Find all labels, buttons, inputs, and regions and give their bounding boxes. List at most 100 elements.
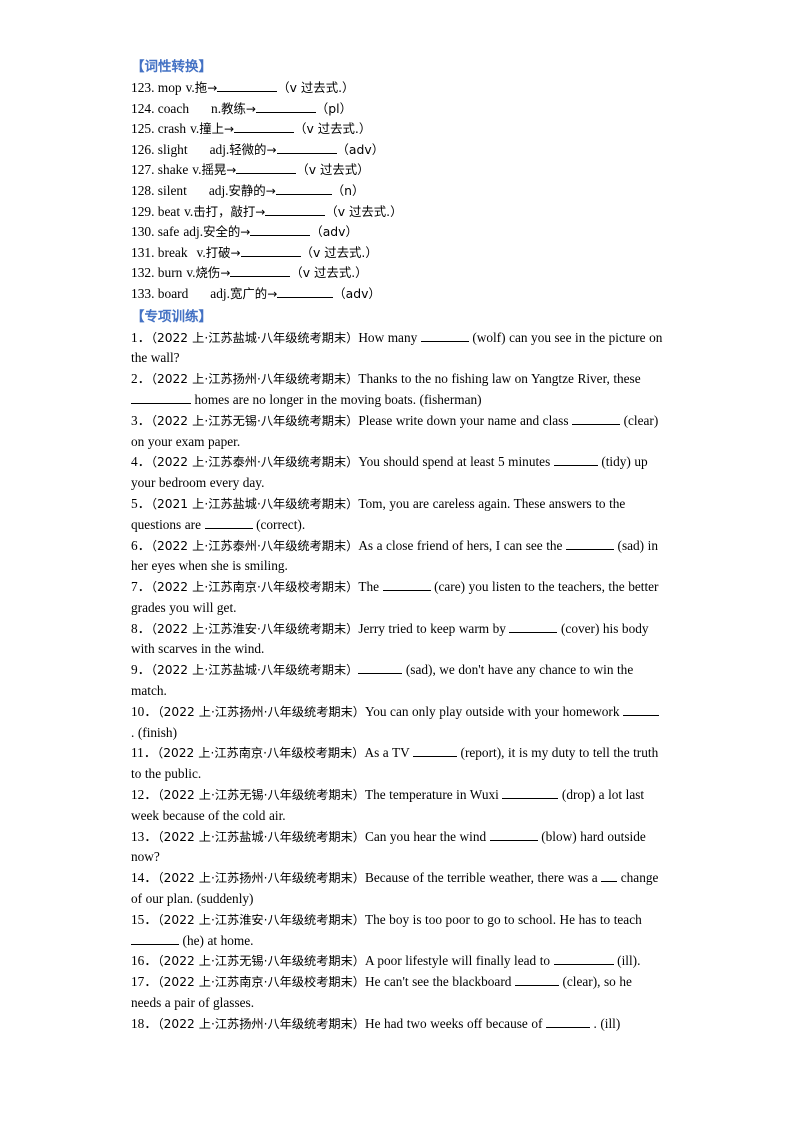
question-source: （2022 上·江苏扬州·八年级统考期末） <box>157 1016 365 1031</box>
question-source: （2022 上·江苏淮安·八年级统考期末） <box>157 912 365 927</box>
question-text-before-blank: Jerry tried to keep warm by <box>358 620 506 636</box>
chinese-gloss: 撞上 <box>199 121 225 137</box>
answer-blank[interactable] <box>623 704 660 716</box>
question-number: 12． <box>131 787 158 803</box>
question-source: （2022 上·江苏无锡·八年级统考期末） <box>157 788 365 803</box>
answer-blank[interactable] <box>509 621 558 633</box>
answer-blank[interactable] <box>545 1016 590 1028</box>
word-formation-row: 125. crash v.撞上→ （v 过去式.） <box>131 119 664 140</box>
arrow-icon: → <box>265 183 276 198</box>
answer-blank[interactable] <box>489 829 538 841</box>
headword: slight <box>157 141 188 157</box>
question-source: （2022 上·江苏盐城·八年级统考期末） <box>157 829 365 844</box>
question-text-before-blank: Thanks to the no fishing law on Yangtze … <box>358 371 641 387</box>
answer-blank[interactable] <box>131 933 179 945</box>
question-source: （2022 上·江苏泰州·八年级统考期末） <box>150 455 359 470</box>
answer-blank[interactable] <box>502 787 559 800</box>
question-source: （2022 上·江苏盐城·八年级统考期末） <box>150 663 359 678</box>
headword: shake <box>157 162 189 178</box>
item-number: 128. <box>131 182 155 198</box>
part-of-speech: n. <box>211 100 222 116</box>
question-source: （2022 上·江苏无锡·八年级统考期末） <box>150 413 359 428</box>
headword: coach <box>157 100 190 116</box>
arrow-icon: → <box>267 286 278 301</box>
exercise-item: 17．（2022 上·江苏南京·八年级校考期末）He can't see the… <box>131 972 664 1014</box>
answer-blank[interactable] <box>275 183 332 195</box>
answer-blank[interactable] <box>277 286 334 298</box>
headword: safe <box>157 224 180 240</box>
question-text-before-blank: The <box>358 579 380 595</box>
exercise-item: 7．（2022 上·江苏南京·八年级校考期末）The (care) you li… <box>131 577 664 619</box>
question-number: 13． <box>131 828 158 844</box>
section-word-formation: 【词性转换】 123. mop v.拖→ （v 过去式.） 124. coach n.教… <box>131 58 664 305</box>
item-number: 124. <box>131 100 155 116</box>
answer-blank[interactable] <box>236 162 297 175</box>
question-number: 14． <box>131 870 158 886</box>
question-number: 5． <box>131 495 151 511</box>
question-number: 10． <box>131 703 158 719</box>
question-text-before-blank: As a TV <box>364 745 410 761</box>
question-text-before-blank: As a close friend of hers, I can see the <box>358 537 563 553</box>
answer-blank[interactable] <box>601 870 618 883</box>
part-of-speech: v. <box>185 80 195 95</box>
word-formation-row: 131. break v.打破→ （v 过去式.） <box>131 243 664 264</box>
form-hint: （v 过去式.） <box>290 265 368 281</box>
answer-blank[interactable] <box>240 245 301 257</box>
headword: crash <box>157 121 187 137</box>
question-source: （2022 上·江苏扬州·八年级统考期末） <box>157 871 365 886</box>
exercise-item: 16．（2022 上·江苏无锡·八年级统考期末）A poor lifestyle… <box>131 951 664 972</box>
answer-blank[interactable] <box>255 101 316 113</box>
question-text-before-blank: He can't see the blackboard <box>364 974 512 990</box>
form-hint: （v 过去式.） <box>294 121 372 137</box>
answer-blank[interactable] <box>413 746 457 758</box>
answer-blank[interactable] <box>565 538 614 550</box>
question-source: （2022 上·江苏南京·八年级校考期末） <box>157 746 365 761</box>
word-formation-row: 130. safe adj.安全的→ （adv） <box>131 222 664 243</box>
answer-blank[interactable] <box>230 265 291 278</box>
answer-blank[interactable] <box>131 392 191 404</box>
answer-blank[interactable] <box>276 142 337 154</box>
question-number: 17． <box>131 974 158 990</box>
question-source: （2022 上·江苏扬州·八年级统考期末） <box>157 704 365 719</box>
arrow-icon: → <box>220 266 231 281</box>
part-of-speech: adj. <box>210 285 231 301</box>
form-hint: （adv） <box>333 285 381 301</box>
question-text-before-blank: You can only play outside with your home… <box>364 703 620 719</box>
answer-blank[interactable] <box>553 454 598 467</box>
question-number: 11． <box>131 745 158 761</box>
item-number: 130. <box>131 224 155 240</box>
exercise-item: 4．（2022 上·江苏泰州·八年级统考期末）You should spend … <box>131 452 664 494</box>
item-number: 133. <box>131 285 155 301</box>
arrow-icon: → <box>240 225 251 240</box>
chinese-gloss: 宽广的 <box>230 285 268 301</box>
question-text-before-blank: How many <box>358 329 418 345</box>
answer-blank[interactable] <box>420 330 469 342</box>
question-number: 18． <box>131 1015 158 1031</box>
answer-blank[interactable] <box>217 80 278 92</box>
answer-blank[interactable] <box>572 413 621 425</box>
form-hint: （v 过去式） <box>296 162 370 178</box>
answer-blank[interactable] <box>234 121 295 134</box>
word-formation-row: 132. burn v.烧伤→ （v 过去式.） <box>131 263 664 284</box>
part-of-speech: v. <box>186 265 196 281</box>
answer-blank[interactable] <box>382 579 431 592</box>
question-text-before-blank: Please write down your name and class <box>358 412 569 428</box>
answer-blank[interactable] <box>553 954 614 966</box>
question-text-after-blank: (ill). <box>617 953 641 969</box>
exercise-item: 10．（2022 上·江苏扬州·八年级统考期末）You can only pla… <box>131 702 664 744</box>
answer-blank[interactable] <box>358 662 403 675</box>
chinese-gloss: 打破 <box>205 244 231 260</box>
question-number: 4． <box>131 454 151 470</box>
part-of-speech: v. <box>184 203 194 219</box>
question-number: 16． <box>131 953 158 969</box>
question-text-after-blank: (correct). <box>256 516 306 532</box>
question-source: （2022 上·江苏无锡·八年级统考期末） <box>157 954 365 969</box>
headword: burn <box>157 265 183 281</box>
answer-blank[interactable] <box>265 204 326 216</box>
question-text-after-blank: . (finish) <box>131 724 177 740</box>
answer-blank[interactable] <box>250 224 311 237</box>
answer-blank[interactable] <box>204 517 253 529</box>
answer-blank[interactable] <box>514 974 559 987</box>
arrow-icon: → <box>255 204 266 219</box>
question-source: （2022 上·江苏盐城·八年级统考期末） <box>150 330 359 345</box>
